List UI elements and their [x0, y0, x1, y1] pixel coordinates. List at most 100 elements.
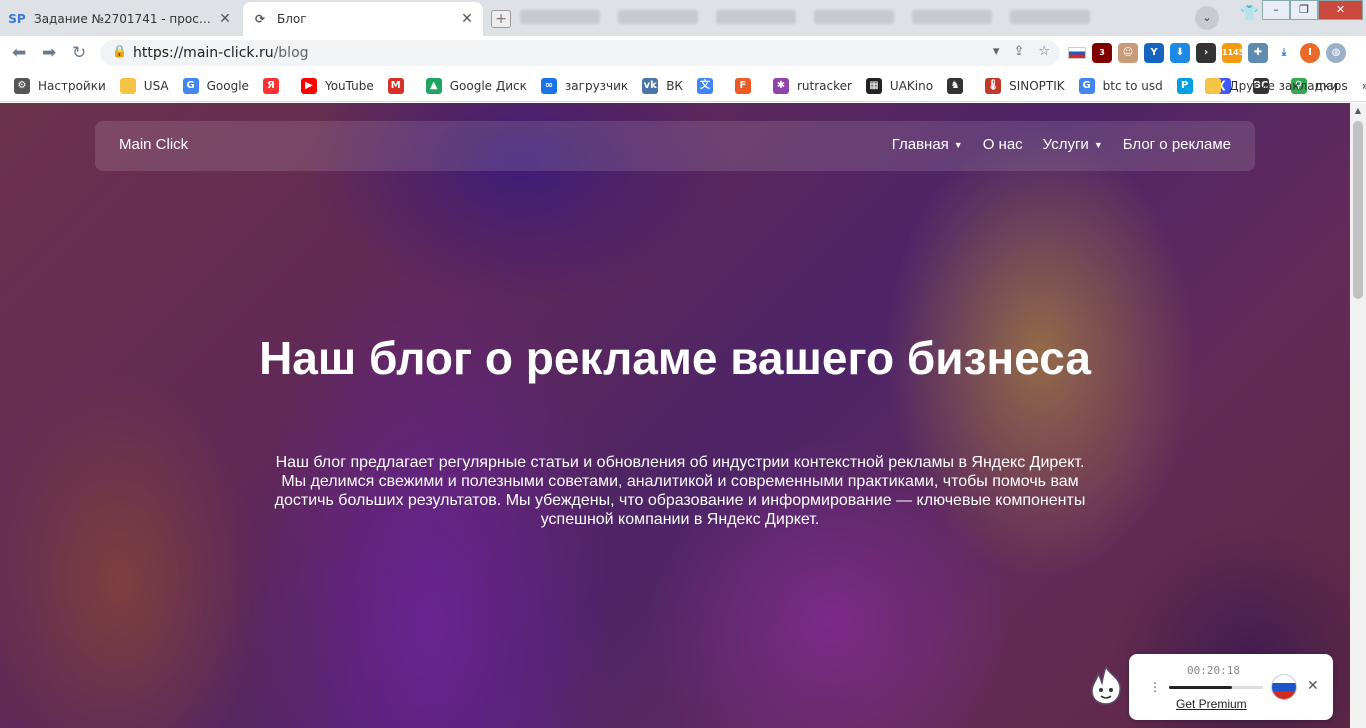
omnibox-actions: ▾ ⇪ ☆ [993, 44, 1050, 59]
infinity-icon: ∞ [540, 77, 557, 94]
sp-favicon-icon: SP [8, 12, 26, 26]
bookmark-yandex[interactable]: Я [262, 77, 287, 94]
ublock-badge: 3 [1099, 48, 1105, 57]
address-bar[interactable]: 🔒 https://main-click.ru/blog ▾ ⇪ ☆ [100, 40, 1060, 66]
scroll-thumb[interactable] [1353, 121, 1363, 299]
bookmark-gmail[interactable]: M [387, 77, 412, 94]
hero-description: Наш блог предлагает регулярные статьи и … [274, 454, 1086, 528]
back-arrow-icon[interactable]: ⬅ [12, 43, 26, 63]
bookmark-вк[interactable]: vk ВК [642, 77, 683, 94]
menu-label: О нас [982, 136, 1023, 153]
profile-initial: I [1308, 47, 1312, 58]
loading-favicon-icon: ⟳ [254, 12, 266, 26]
lock-icon[interactable]: 🔒 [112, 44, 127, 58]
google-icon: G [1078, 77, 1095, 94]
bookmark-label: btc to usd [1102, 78, 1163, 93]
bookmark-chess[interactable]: ♞ [947, 77, 971, 94]
menu-item-blog[interactable]: Блог о рекламе [1123, 136, 1231, 153]
download-extension-icon[interactable]: ⬇ [1170, 43, 1190, 63]
bookmark-btc-to-usd[interactable]: Gbtc to usd [1078, 77, 1163, 94]
russian-flag-icon[interactable] [1068, 47, 1086, 59]
tab-close-icon[interactable]: ✕ [459, 11, 475, 27]
caret-down-icon: ▼ [953, 139, 963, 150]
bookmark-label: Другие закладки [1229, 78, 1338, 93]
tab-close-icon[interactable]: ✕ [217, 11, 233, 27]
bookmark-uakino[interactable]: ▦ UAKino [865, 77, 934, 94]
other-bookmarks[interactable]: Другие закладки [1205, 77, 1338, 94]
ghost-tab[interactable] [618, 10, 698, 24]
terminal-icon[interactable]: › [1196, 43, 1216, 63]
vpn-progress-fill [1169, 686, 1232, 689]
downloads-icon[interactable]: ⤓ [1274, 43, 1294, 63]
site-brand[interactable]: Main Click [119, 136, 188, 153]
vpn-flame-logo-icon[interactable] [1088, 665, 1124, 705]
url-host: https://main-click.ru [133, 45, 274, 61]
close-icon[interactable]: ✕ [1307, 678, 1319, 694]
ublock-icon[interactable]: 3 [1092, 43, 1112, 63]
menu-item-about[interactable]: О нас [983, 136, 1023, 153]
maximize-icon[interactable]: ❐ [1290, 0, 1318, 20]
menu-item-services[interactable]: Услуги ▼ [1043, 136, 1103, 153]
bookmark-label: USA [143, 78, 169, 93]
page-viewport: Main Click Главная ▼ О нас Услуги ▼ Блог о… [0, 103, 1350, 728]
p-icon: P [1176, 77, 1193, 94]
bookmark-rutracker[interactable]: ✱ rutracker [772, 77, 852, 94]
bookmark-usa[interactable]: USA [119, 77, 169, 94]
more-dots-icon[interactable]: ⋮ [1149, 680, 1161, 694]
bookmark-f[interactable]: F [734, 77, 759, 94]
new-tab-button[interactable]: + [491, 10, 511, 28]
tab-task[interactable]: SP Задание №2701741 - просмотр з ✕ [0, 2, 241, 36]
bookmark-настройки[interactable]: ⚙ Настройки [14, 77, 106, 94]
menu-label: Блог о рекламе [1122, 136, 1231, 153]
page-title: Наш блог о рекламе вашего бизнеса [259, 332, 1091, 384]
ghost-tab[interactable] [520, 10, 600, 24]
site-menu: Главная ▼ О нас Услуги ▼ Блог о рекламе [892, 136, 1231, 153]
star-icon[interactable]: ☆ [1038, 44, 1050, 59]
browser-toolbar: ⬅ ➡ ↻ 🔒 https://main-click.ru/blog ▾ ⇪ ☆… [0, 36, 1366, 70]
background-tabs [520, 6, 1120, 30]
bookmarks-overflow-icon[interactable]: » [1362, 79, 1366, 93]
tshirt-icon[interactable]: 👕 [1240, 4, 1259, 22]
bookmark-label: rutracker [796, 78, 852, 93]
menu-item-home[interactable]: Главная ▼ [892, 136, 963, 153]
bookmark-label: UAKino [889, 78, 934, 93]
ghost-tab[interactable] [716, 10, 796, 24]
bookmark-google-диск[interactable]: ▲ Google Диск [425, 77, 527, 94]
scroll-up-icon[interactable]: ▲ [1350, 103, 1366, 119]
get-premium-link[interactable]: Get Premium [1176, 697, 1247, 711]
ghost-tab[interactable] [912, 10, 992, 24]
bookmark-sinoptik[interactable]: 🌡 SINOPTIK [985, 77, 1065, 94]
bookmark-youtube[interactable]: ▶ YouTube [300, 77, 374, 94]
forward-arrow-icon[interactable]: ➡ [42, 43, 56, 63]
dropdown-caret-icon[interactable]: ▾ [993, 44, 1000, 59]
share-icon[interactable]: ⇪ [1013, 44, 1024, 59]
ghost-tab[interactable] [814, 10, 894, 24]
puzzle-icon[interactable]: ✚ [1248, 43, 1268, 63]
reload-icon[interactable]: ↻ [72, 43, 86, 63]
bitcoin-icon[interactable]: 11454 [1222, 43, 1250, 63]
bookmark-google[interactable]: G Google [182, 77, 249, 94]
profile-avatar[interactable]: I [1300, 43, 1320, 63]
yandex-icon: Я [262, 77, 279, 94]
tab-title: Задание №2701741 - просмотр з [34, 12, 217, 26]
f-icon: F [734, 77, 751, 94]
folder-icon [119, 77, 136, 94]
url-text[interactable]: https://main-click.ru/blog [133, 45, 309, 61]
y-extension-icon[interactable]: Y [1144, 43, 1164, 63]
face-icon[interactable]: ☺ [1118, 43, 1138, 63]
caret-down-icon: ▼ [1093, 139, 1103, 150]
tab-blog[interactable]: ⟳ Блог ✕ [243, 2, 483, 36]
globe-icon[interactable]: ◍ [1326, 43, 1346, 63]
close-window-icon[interactable]: ✕ [1318, 0, 1363, 20]
page-scrollbar[interactable]: ▲ [1350, 103, 1366, 728]
minimize-icon[interactable]: – [1262, 0, 1290, 20]
ghost-tab[interactable] [1010, 10, 1090, 24]
rutracker-icon: ✱ [772, 77, 789, 94]
bookmark-загрузчик[interactable]: ∞ загрузчик [540, 77, 628, 94]
vpn-timer: 00:20:18 [1187, 664, 1240, 677]
tab-search-icon[interactable]: ⌄ [1195, 6, 1219, 30]
gear-icon: ⚙ [14, 77, 30, 94]
bookmark-p[interactable]: P [1176, 77, 1201, 94]
bookmark-translate[interactable]: 文 [696, 77, 721, 94]
russia-flag-icon[interactable] [1271, 674, 1297, 700]
